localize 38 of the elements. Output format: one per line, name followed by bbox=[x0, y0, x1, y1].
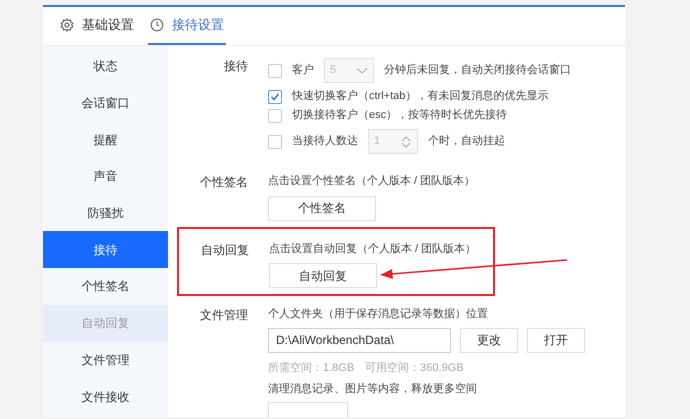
clock-icon bbox=[150, 18, 164, 32]
setting-label: 自动回复 bbox=[200, 242, 249, 258]
option-text: 个时，自动挂起 bbox=[428, 134, 505, 150]
option-text: 分钟后未回复，自动关闭接待会话窗口 bbox=[384, 62, 571, 78]
sidebar-item[interactable]: 会话窗口 bbox=[43, 84, 168, 122]
stepper-icon bbox=[400, 134, 412, 148]
sidebar-item[interactable]: 状态 bbox=[43, 48, 168, 85]
cleanup-text: 清理消息记录、图片等内容，释放更多空间 bbox=[268, 382, 478, 397]
sidebar-item[interactable]: 声音 bbox=[43, 158, 168, 195]
sidebar-item[interactable]: 提醒 bbox=[43, 121, 168, 158]
sidebar-item[interactable]: 文件接收 bbox=[43, 378, 168, 415]
folder-button[interactable]: 打开 bbox=[527, 328, 585, 352]
space-info: 所需空间：1.8GB 可用空间：360.9GB bbox=[268, 360, 465, 376]
folder-path-field[interactable]: D:\AliWorkbenchData\ bbox=[268, 328, 451, 352]
check-icon bbox=[270, 92, 280, 102]
sidebar-item[interactable]: 个性签名 bbox=[43, 268, 168, 305]
setting-label: 接待 bbox=[223, 58, 248, 75]
tab[interactable]: 基础设置 bbox=[58, 7, 136, 45]
option-text: 快速切换客户（ctrl+tab），有未回复消息的优先显示 bbox=[292, 88, 548, 104]
option-text: 切换接待客户（esc），按等待时长优先接待 bbox=[292, 108, 508, 124]
auto-reply-button[interactable]: 自动回复 bbox=[269, 263, 377, 288]
folder-button[interactable]: 更改 bbox=[460, 328, 518, 352]
settings-icon bbox=[60, 18, 74, 32]
option-text: 客户 bbox=[292, 62, 314, 78]
description-text: 个人文件夹（用于保存消息记录等数据）位置 bbox=[268, 306, 489, 322]
chevron-down-icon bbox=[356, 66, 368, 74]
description-text: 点击设置个性签名（个人版本 / 团队版本） bbox=[268, 174, 476, 189]
setting-label: 文件管理 bbox=[199, 307, 248, 324]
description-text: 点击设置自动回复（个人版本 / 团队版本） bbox=[269, 242, 476, 256]
sidebar-item[interactable]: 文件管理 bbox=[43, 342, 168, 378]
setting-label: 个性签名 bbox=[199, 174, 248, 191]
tab[interactable]: 接待设置 bbox=[148, 7, 226, 45]
sidebar-item[interactable]: 接待 bbox=[43, 231, 168, 268]
option-text: 当接待人数达 bbox=[292, 134, 358, 150]
sidebar-item[interactable]: 防骚扰 bbox=[43, 194, 168, 232]
checkbox[interactable] bbox=[268, 90, 282, 104]
checkbox[interactable] bbox=[268, 108, 282, 122]
signature-button[interactable]: 个性签名 bbox=[268, 196, 376, 220]
